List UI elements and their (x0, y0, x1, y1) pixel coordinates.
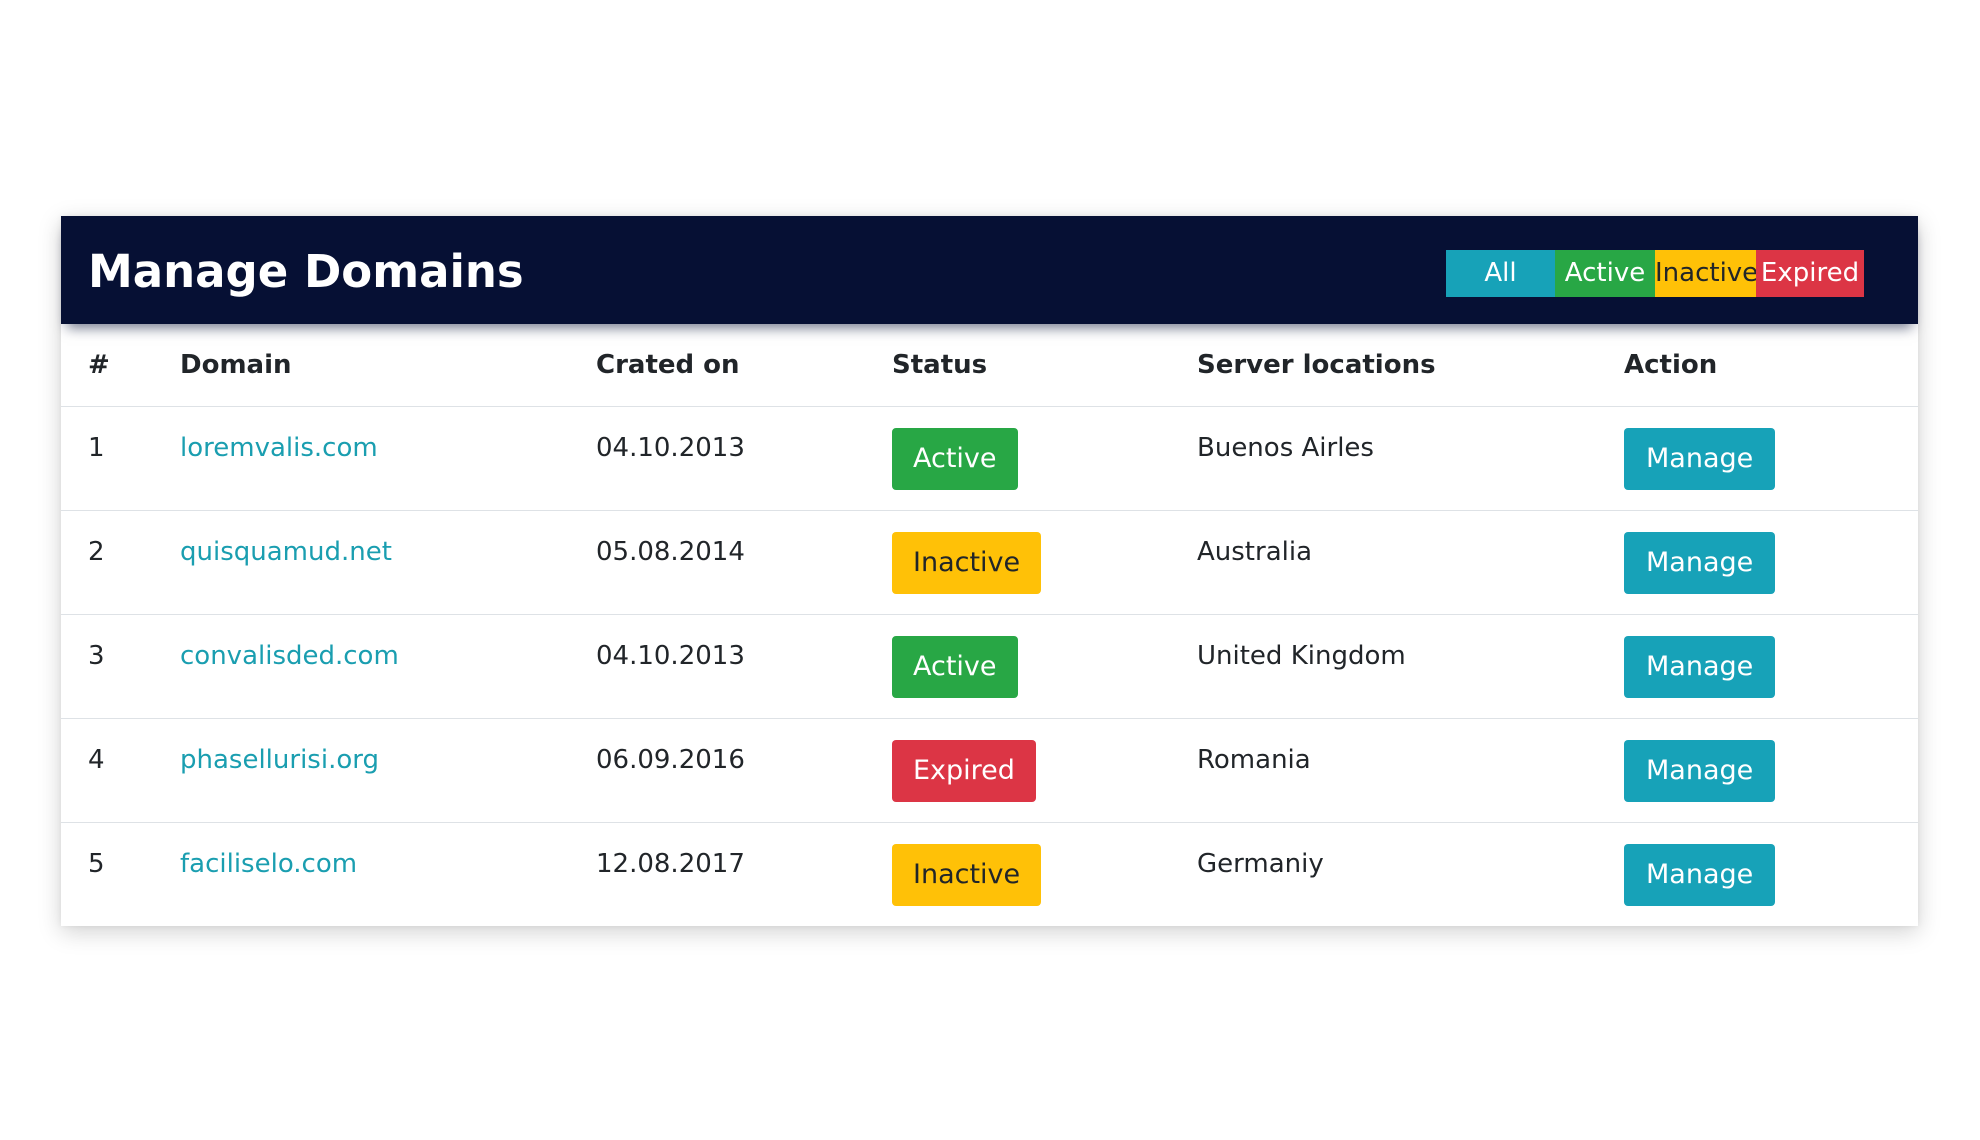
server-location: Romania (1197, 745, 1311, 775)
server-location: United Kingdom (1197, 641, 1406, 671)
table-row: 1 loremvalis.com 04.10.2013 Active Bueno… (61, 406, 1918, 511)
status-cell: Inactive (865, 823, 1170, 927)
created-cell: 06.09.2016 (569, 718, 865, 823)
action-cell: Manage (1597, 614, 1918, 719)
server-location: Germaniy (1197, 849, 1324, 879)
table-row: 3 convalisded.com 04.10.2013 Active Unit… (61, 614, 1918, 719)
filter-active-button[interactable]: Active (1555, 250, 1655, 297)
row-number: 5 (88, 849, 105, 879)
row-number: 2 (88, 537, 105, 567)
filter-all-button[interactable]: All (1446, 250, 1555, 297)
created-date: 04.10.2013 (596, 641, 745, 671)
status-badge: Active (892, 428, 1018, 490)
domain-link[interactable]: faciliselo.com (180, 849, 357, 879)
status-cell: Active (865, 614, 1170, 719)
domain-link[interactable]: convalisded.com (180, 641, 399, 671)
column-header-locations[interactable]: Server locations (1170, 324, 1597, 407)
domains-table: # Domain Crated on Status Server locatio… (61, 324, 1918, 926)
column-header-status[interactable]: Status (865, 324, 1170, 407)
filter-expired-button[interactable]: Expired (1756, 250, 1864, 297)
table-row: 5 faciliselo.com 12.08.2017 Inactive Ger… (61, 823, 1918, 927)
action-cell: Manage (1597, 406, 1918, 511)
table-header-row: # Domain Crated on Status Server locatio… (61, 324, 1918, 407)
status-cell: Expired (865, 718, 1170, 823)
row-number-cell: 1 (61, 406, 153, 511)
row-number: 1 (88, 433, 105, 463)
location-cell: Australia (1170, 510, 1597, 615)
created-cell: 04.10.2013 (569, 406, 865, 511)
created-date: 12.08.2017 (596, 849, 745, 879)
domain-cell: faciliselo.com (153, 823, 569, 927)
server-location: Buenos Airles (1197, 433, 1374, 463)
domain-link[interactable]: phasellurisi.org (180, 745, 379, 775)
column-header-action: Action (1597, 324, 1918, 407)
status-badge: Inactive (892, 844, 1042, 906)
column-header-domain[interactable]: Domain (153, 324, 569, 407)
row-number-cell: 4 (61, 718, 153, 823)
column-header-number: # (61, 324, 153, 407)
created-cell: 05.08.2014 (569, 510, 865, 615)
created-cell: 04.10.2013 (569, 614, 865, 719)
filter-inactive-button[interactable]: Inactive (1655, 250, 1758, 297)
manage-button[interactable]: Manage (1624, 636, 1776, 698)
location-cell: United Kingdom (1170, 614, 1597, 719)
domain-cell: convalisded.com (153, 614, 569, 719)
manage-button[interactable]: Manage (1624, 532, 1776, 594)
created-cell: 12.08.2017 (569, 823, 865, 927)
action-cell: Manage (1597, 823, 1918, 927)
status-badge: Active (892, 636, 1018, 698)
location-cell: Germaniy (1170, 823, 1597, 927)
row-number-cell: 3 (61, 614, 153, 719)
column-header-created[interactable]: Crated on (569, 324, 865, 407)
domain-link[interactable]: quisquamud.net (180, 537, 392, 567)
domain-cell: quisquamud.net (153, 510, 569, 615)
manage-button[interactable]: Manage (1624, 740, 1776, 802)
created-date: 04.10.2013 (596, 433, 745, 463)
row-number-cell: 5 (61, 823, 153, 927)
manage-button[interactable]: Manage (1624, 844, 1776, 906)
status-cell: Inactive (865, 510, 1170, 615)
table-row: 2 quisquamud.net 05.08.2014 Inactive Aus… (61, 510, 1918, 615)
server-location: Australia (1197, 537, 1313, 567)
location-cell: Romania (1170, 718, 1597, 823)
domains-panel: Manage Domains All Active Inactive Expir… (61, 216, 1918, 926)
status-badge: Expired (892, 740, 1036, 802)
row-number: 4 (88, 745, 105, 775)
table-row: 4 phasellurisi.org 06.09.2016 Expired Ro… (61, 718, 1918, 823)
page-title: Manage Domains (88, 245, 524, 298)
domain-link[interactable]: loremvalis.com (180, 433, 378, 463)
status-cell: Active (865, 406, 1170, 511)
location-cell: Buenos Airles (1170, 406, 1597, 511)
status-badge: Inactive (892, 532, 1042, 594)
action-cell: Manage (1597, 718, 1918, 823)
created-date: 05.08.2014 (596, 537, 745, 567)
created-date: 06.09.2016 (596, 745, 745, 775)
action-cell: Manage (1597, 510, 1918, 615)
row-number: 3 (88, 641, 105, 671)
manage-button[interactable]: Manage (1624, 428, 1776, 490)
domain-cell: phasellurisi.org (153, 718, 569, 823)
domain-cell: loremvalis.com (153, 406, 569, 511)
panel-header: Manage Domains All Active Inactive Expir… (61, 216, 1918, 324)
row-number-cell: 2 (61, 510, 153, 615)
status-filter-group: All Active Inactive Expired (1446, 250, 1864, 297)
